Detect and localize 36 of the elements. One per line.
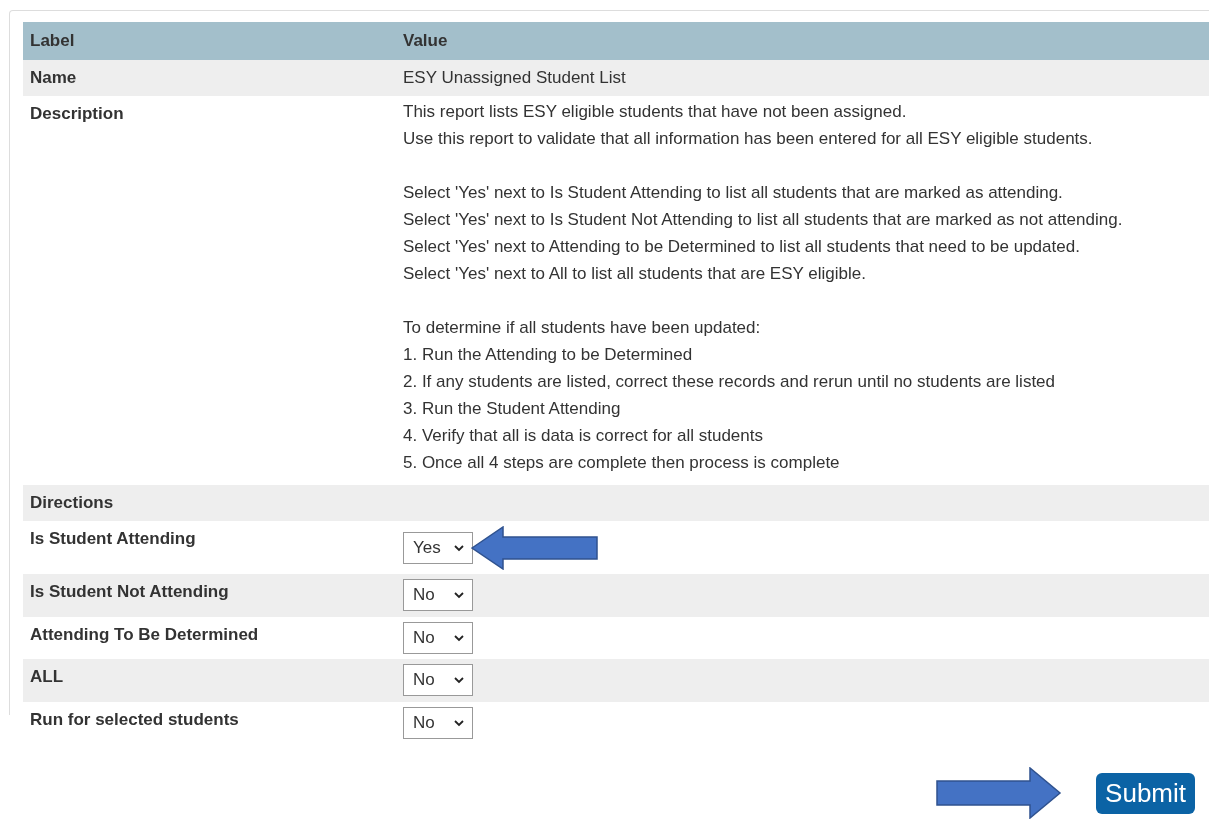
description-text: This report lists ESY eligible students that have not been assigned.: [403, 101, 908, 123]
description-text: 5. Once all 4 steps are complete then process is complete: [403, 452, 841, 474]
description-text: Select 'Yes' next to Is Student Attending to list all students that are marked as attending.: [403, 182, 1064, 204]
select-field[interactable]: No: [403, 621, 473, 654]
description-text: Select 'Yes' next to All to list all students that are ESY eligible.: [403, 263, 867, 285]
description-text: 3. Run the Student Attending: [403, 398, 622, 420]
description-text: To determine if all students have been updated:: [403, 317, 762, 339]
column-header: Value: [402, 31, 449, 51]
description-text: 1. Run the Attending to be Determined: [403, 344, 694, 366]
chevron-icon: [453, 718, 465, 727]
arrow-icon: [471, 526, 599, 570]
row-label: Attending To Be Determined: [29, 623, 260, 645]
row-label: Description: [29, 103, 125, 124]
column-header: Label: [29, 31, 76, 51]
select-field[interactable]: No: [403, 664, 473, 696]
description-text: 4. Verify that all is data is correct for all students: [403, 425, 764, 447]
section-label: Directions: [29, 492, 115, 513]
chevron-icon: [453, 591, 465, 599]
arrow-icon: [936, 767, 1063, 819]
description-text: 2. If any students are listed, correct these records and rerun until no students are listed: [403, 371, 1057, 393]
description-text: Select 'Yes' next to Is Student Not Attending to list all students that are marked as not attending.: [403, 209, 1124, 231]
row-label: Name: [29, 67, 78, 88]
description-text: Use this report to validate that all information has been entered for all ESY eligible students.: [403, 128, 1094, 150]
chevron-icon: [453, 633, 465, 642]
select-field[interactable]: No: [403, 579, 473, 611]
row-label: ALL: [29, 666, 65, 687]
select-field[interactable]: Yes: [403, 532, 473, 564]
chevron-icon: [453, 676, 465, 684]
row-label: Run for selected students: [29, 708, 240, 730]
select-field[interactable]: No: [403, 706, 473, 739]
report-name: ESY Unassigned Student List: [402, 67, 627, 88]
chevron-icon: [453, 544, 465, 552]
submit-button[interactable]: Submit: [1096, 772, 1195, 814]
row-label: Is Student Not Attending: [29, 581, 230, 602]
row-label: Is Student Attending: [29, 528, 197, 549]
description-text: Select 'Yes' next to Attending to be Determined to list all students that need to be updated.: [403, 236, 1081, 258]
